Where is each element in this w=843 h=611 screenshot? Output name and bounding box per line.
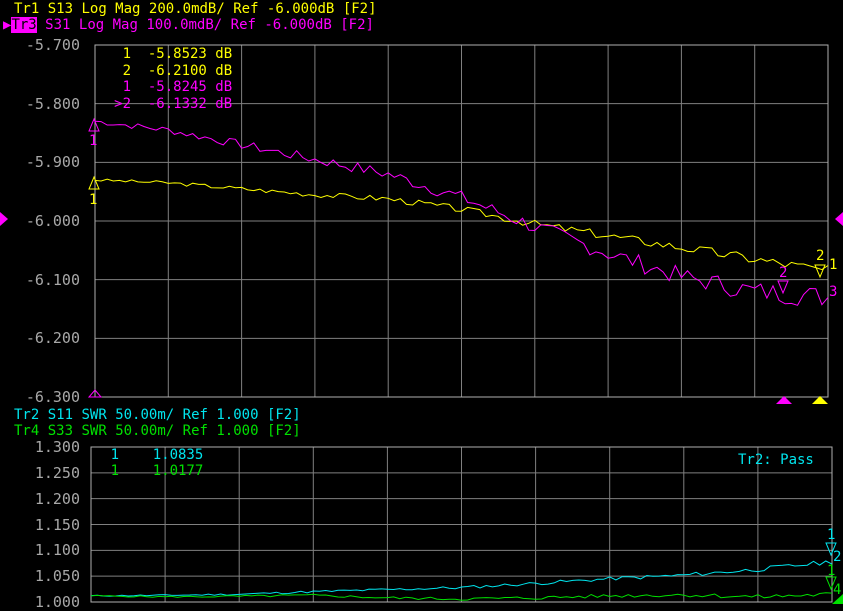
y-tick-label: 1.150: [34, 515, 80, 534]
y-tick-label: -6.300: [25, 388, 80, 406]
y-tick-label: -5.700: [25, 36, 80, 54]
tr3-header[interactable]: ▶Tr3 S31 Log Mag 100.0mdB/ Ref -6.000dB …: [3, 17, 374, 33]
tr2-name: Tr2: [14, 407, 40, 423]
tr3-name: Tr3: [11, 17, 37, 33]
tr4-param: S33: [47, 423, 74, 439]
tr1-marker2-label: 2: [816, 248, 825, 264]
marker-num: 2: [122, 62, 131, 79]
y-tick-label: -5.900: [25, 153, 80, 172]
tr1-format: Log Mag: [81, 1, 141, 17]
y-tick-label: 1.200: [34, 489, 80, 508]
ref-level-right-icon: [835, 212, 843, 226]
tr1-ch: [F2]: [342, 1, 377, 17]
tr2-header[interactable]: Tr2 S11 SWR 50.00m/ Ref 1.000 [F2]: [14, 407, 301, 423]
tr3-end-label: 3: [829, 284, 838, 300]
tr1-scale: 200.0mdB/: [148, 1, 225, 17]
tr2-format: SWR: [81, 407, 107, 423]
tr1-ref: Ref -6.000dB: [233, 1, 335, 17]
tr3-ref: Ref -6.000dB: [230, 17, 332, 33]
tr3-format: Log Mag: [78, 17, 138, 33]
marker-value: -6.1332 dB: [147, 95, 233, 112]
marker-value: 1.0177: [152, 463, 204, 479]
marker-triangle-icon: [777, 280, 789, 295]
marker-row: 1 1.0835: [103, 447, 204, 463]
marker-triangle-icon: [814, 264, 826, 279]
y-tick-label: 1.100: [34, 541, 80, 560]
marker-value: -5.8245 dB: [147, 79, 233, 95]
tr3-scale: 100.0mdB/: [146, 17, 223, 33]
lower-marker-table: 1 1.0835 1 1.0177: [103, 447, 204, 479]
marker-row: >2 -6.1332 dB: [103, 96, 232, 113]
y-tick-label: -6.100: [25, 270, 80, 289]
y-tick-label: -5.800: [25, 94, 80, 113]
marker-num: >2: [114, 95, 131, 112]
y-tick-label: -6.200: [25, 329, 80, 348]
tr2-scale: 50.00m/: [115, 407, 175, 423]
marker-value: 1.0835: [152, 447, 204, 463]
tr3-ch: [F2]: [340, 17, 374, 33]
y-tick-label: 1.000: [34, 593, 80, 611]
marker-num: 1: [122, 46, 131, 62]
tr1-header[interactable]: Tr1 S13 Log Mag 200.0mdB/ Ref -6.000dB […: [14, 1, 377, 17]
tr2-param: S11: [47, 407, 74, 423]
tr3-marker2-label: 2: [779, 265, 788, 281]
marker-num: 1: [122, 79, 131, 95]
tr1-name: Tr1: [14, 1, 40, 17]
tr4-format: SWR: [81, 423, 107, 439]
marker-value: -5.8523 dB: [147, 46, 233, 62]
tr1-marker-label: 1: [89, 192, 98, 208]
tr4-end-label: 4: [833, 582, 842, 598]
y-tick-label: 1.050: [34, 567, 80, 586]
upper-marker-table: 1 -5.8523 dB 2 -6.2100 dB 1 -5.8245 dB >…: [103, 46, 232, 112]
marker-row: 1 -5.8245 dB: [103, 79, 233, 96]
tr2-marker-label: 1: [827, 527, 836, 543]
limit-test-status: Tr2: Pass: [738, 452, 814, 468]
tr2-ch: [F2]: [266, 407, 301, 423]
marker-row: 1 1.0177: [103, 463, 204, 479]
tr4-scale: 50.00m/: [115, 423, 175, 439]
tr3-param: S31: [45, 17, 71, 33]
y-tick-label: -6.000: [25, 212, 80, 230]
marker-row: 1 -5.8523 dB: [103, 46, 233, 63]
marker-triangle-icon: [88, 175, 100, 190]
tr4-ch: [F2]: [266, 423, 301, 439]
marker-triangle-icon: [88, 117, 100, 132]
tr1-end-label: 1: [829, 257, 838, 273]
tr1-param: S13: [47, 1, 74, 17]
tr4-ref: Ref 1.000: [182, 423, 259, 439]
marker-value: -6.2100 dB: [147, 62, 233, 79]
tr4-name: Tr4: [14, 423, 40, 439]
tr4-marker-label: 1: [827, 563, 836, 579]
marker-num: 1: [110, 463, 119, 479]
tr2-ref: Ref 1.000: [182, 407, 259, 423]
y-tick-label: 1.250: [34, 463, 80, 482]
tr3-marker-label: 1: [89, 133, 98, 149]
marker-row: 2 -6.2100 dB: [103, 62, 233, 80]
y-tick-label: 1.300: [34, 438, 80, 456]
tr4-header[interactable]: Tr4 S33 SWR 50.00m/ Ref 1.000 [F2]: [14, 423, 301, 439]
marker-num: 1: [110, 447, 119, 463]
